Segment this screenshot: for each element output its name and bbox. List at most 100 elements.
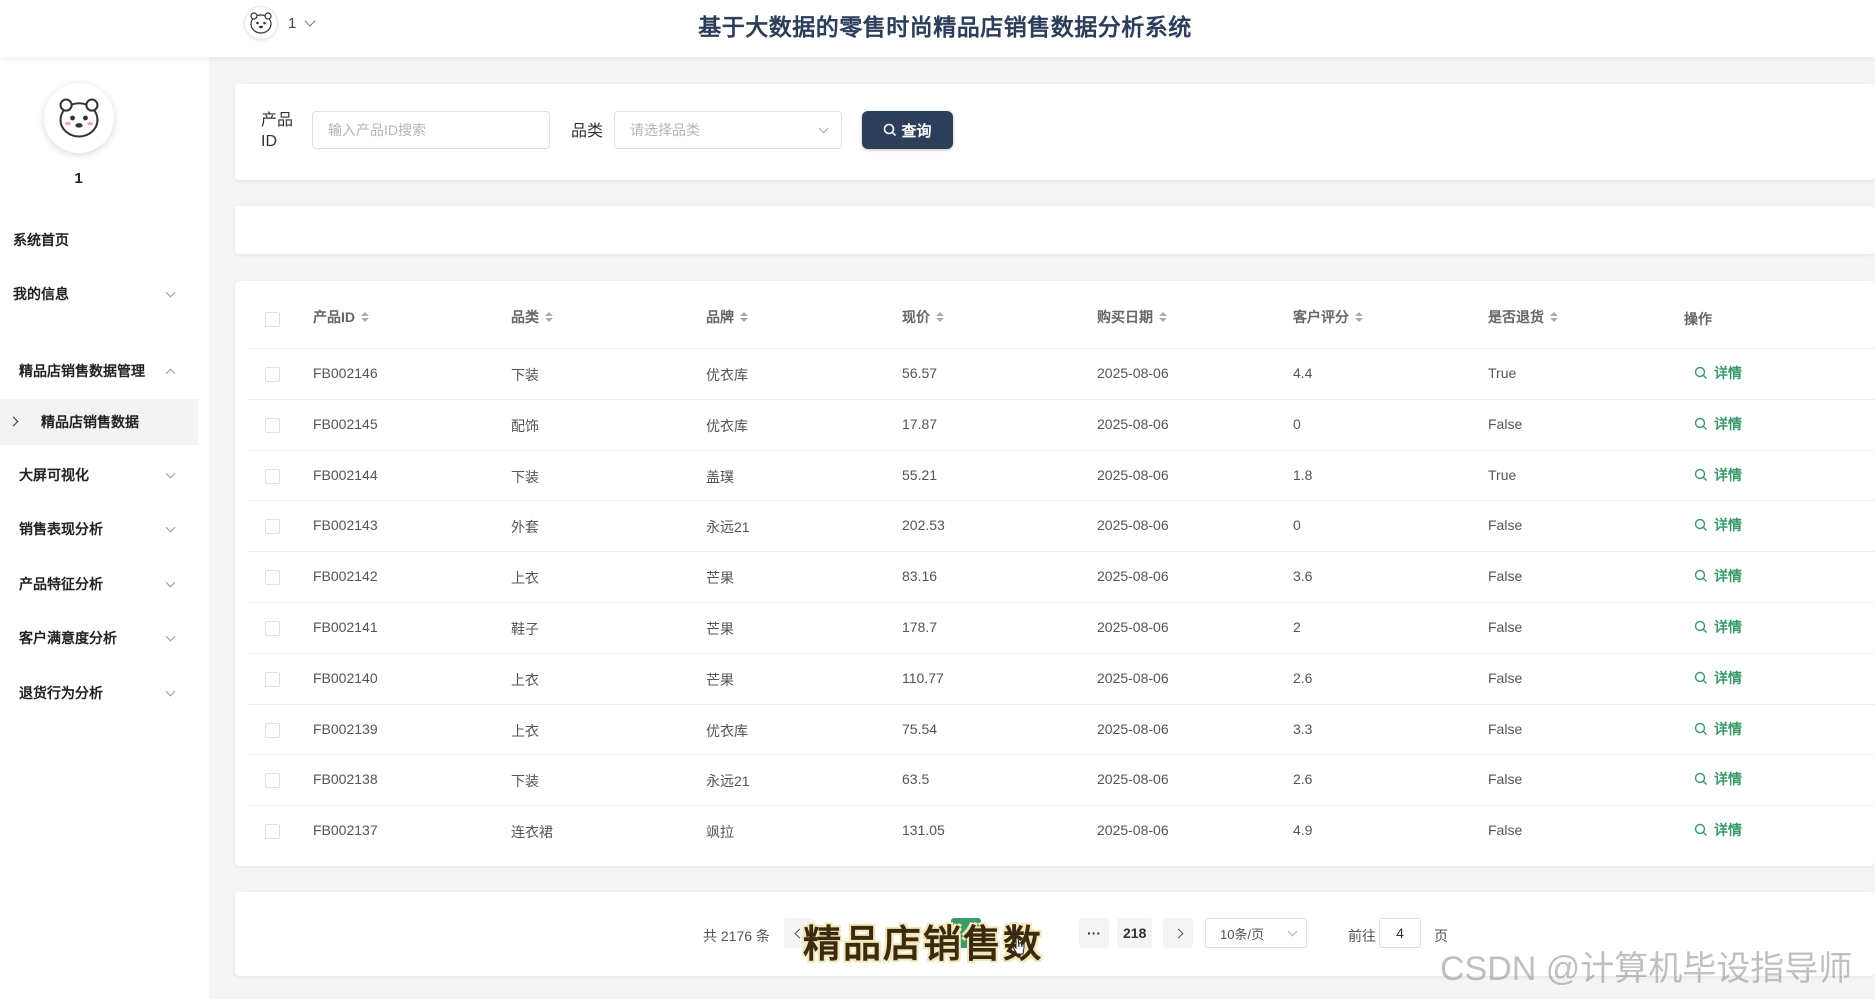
goto-label: 前往 xyxy=(1348,928,1376,944)
table-cell: 2.6 xyxy=(1293,669,1313,686)
row-checkbox[interactable] xyxy=(265,519,280,535)
product-id-input[interactable]: 输入产品ID搜索 xyxy=(312,111,550,149)
sidebar-item-return-behavior[interactable]: 退货行为分析 xyxy=(0,670,198,716)
sidebar-avatar[interactable] xyxy=(44,83,114,153)
table-cell: 永远21 xyxy=(706,519,750,536)
table-cell: 下装 xyxy=(511,773,539,790)
detail-button[interactable]: 详情 xyxy=(1694,414,1742,434)
sidebar-item-big-screen[interactable]: 大屏可视化 xyxy=(0,452,198,498)
row-checkbox[interactable] xyxy=(265,671,280,687)
next-page-button[interactable] xyxy=(1163,918,1193,948)
sort-icon[interactable] xyxy=(1550,312,1558,322)
more-pages-button[interactable]: ··· xyxy=(1079,918,1109,948)
detail-button[interactable]: 详情 xyxy=(1694,820,1742,840)
table-cell: FB002137 xyxy=(313,822,378,839)
table-cell: FB002138 xyxy=(313,771,378,788)
row-divider xyxy=(247,551,1875,553)
sidebar-item-label: 精品店销售数据管理 xyxy=(19,363,145,379)
sidebar-item-product-features[interactable]: 产品特征分析 xyxy=(0,561,198,607)
row-divider xyxy=(247,703,1875,705)
top-header: 1 基于大数据的零售时尚精品店销售数据分析系统 xyxy=(0,0,1875,57)
table-cell: 下装 xyxy=(511,468,539,485)
sidebar-item-label: 我的信息 xyxy=(13,286,69,302)
sidebar-item-label: 精品店销售数据 xyxy=(41,414,139,430)
row-checkbox[interactable] xyxy=(265,367,280,382)
detail-button[interactable]: 详情 xyxy=(1694,617,1742,637)
detail-button-label: 详情 xyxy=(1714,720,1742,737)
table-cell: 3.3 xyxy=(1293,720,1313,737)
table-cell: 芒果 xyxy=(706,570,734,587)
table-cell: False xyxy=(1488,568,1523,585)
table-cell: 2025-08-06 xyxy=(1097,517,1169,534)
search-icon xyxy=(1694,519,1707,532)
sidebar-item-sales-data-management[interactable]: 精品店销售数据管理 xyxy=(0,348,198,394)
row-checkbox[interactable] xyxy=(265,468,280,484)
sort-icon[interactable] xyxy=(936,312,944,322)
column-header-brand[interactable]: 品牌 xyxy=(706,307,748,327)
row-divider xyxy=(247,652,1875,654)
chevron-down-icon xyxy=(165,686,176,697)
table-cell: 2025-08-06 xyxy=(1097,415,1169,432)
sidebar: 1 系统首页 我的信息 精品店销售数据管理 精品店销售数据 大屏可视化 销售表现… xyxy=(0,57,209,999)
row-divider xyxy=(247,348,1875,349)
table-cell: False xyxy=(1488,669,1523,686)
column-header-returned[interactable]: 是否退货 xyxy=(1488,307,1558,327)
sidebar-item-customer-satisfaction[interactable]: 客户满意度分析 xyxy=(0,615,198,661)
table-cell: 202.53 xyxy=(902,517,945,534)
detail-button[interactable]: 详情 xyxy=(1694,566,1742,586)
table-cell: 优衣库 xyxy=(706,367,748,383)
detail-button[interactable]: 详情 xyxy=(1694,668,1742,688)
sidebar-item-label: 产品特征分析 xyxy=(19,576,103,592)
row-checkbox[interactable] xyxy=(265,722,280,738)
chevron-down-icon xyxy=(165,631,176,642)
table-cell: 盖璞 xyxy=(706,468,734,485)
chevron-down-icon xyxy=(1287,926,1298,937)
category-select[interactable]: 请选择品类 xyxy=(614,111,842,149)
select-all-checkbox[interactable] xyxy=(265,312,280,327)
sidebar-item-home[interactable]: 系统首页 xyxy=(0,217,198,263)
video-caption-overlay: 精品店销售数 xyxy=(803,921,1044,966)
search-icon xyxy=(1694,569,1707,583)
detail-button[interactable]: 详情 xyxy=(1694,363,1742,383)
sort-icon[interactable] xyxy=(545,312,553,322)
goto-page-input[interactable]: 4 xyxy=(1379,918,1421,948)
column-header-product-id[interactable]: 产品ID xyxy=(313,307,369,327)
row-divider xyxy=(247,805,1875,807)
search-icon xyxy=(1694,671,1707,684)
page-size-select[interactable]: 10条/页 xyxy=(1205,918,1307,948)
sidebar-item-my-info[interactable]: 我的信息 xyxy=(0,271,198,317)
sidebar-item-sales-data[interactable]: 精品店销售数据 xyxy=(0,399,198,445)
row-divider xyxy=(247,754,1875,756)
sidebar-item-sales-performance[interactable]: 销售表现分析 xyxy=(0,506,198,552)
detail-button[interactable]: 详情 xyxy=(1694,515,1742,535)
row-checkbox[interactable] xyxy=(265,773,280,789)
sort-icon[interactable] xyxy=(740,312,748,322)
row-checkbox[interactable] xyxy=(265,417,280,433)
sort-icon[interactable] xyxy=(1355,312,1363,322)
table-cell: FB002145 xyxy=(313,415,378,432)
table-cell: 83.16 xyxy=(902,568,938,585)
table-cell: 178.7 xyxy=(902,619,938,635)
detail-button[interactable]: 详情 xyxy=(1694,719,1742,739)
row-checkbox[interactable] xyxy=(265,570,280,586)
query-button[interactable]: 查询 xyxy=(862,111,953,149)
column-header-rating[interactable]: 客户评分 xyxy=(1293,307,1363,327)
page-size-value: 10条/页 xyxy=(1220,926,1265,942)
detail-button[interactable]: 详情 xyxy=(1694,465,1742,485)
row-checkbox[interactable] xyxy=(265,824,280,840)
table-cell: FB002140 xyxy=(313,669,378,686)
last-page-button[interactable]: 218 xyxy=(1117,918,1153,948)
sort-icon[interactable] xyxy=(361,312,369,322)
search-icon xyxy=(1694,417,1707,430)
row-checkbox[interactable] xyxy=(265,621,280,636)
column-header-purchase-date[interactable]: 购买日期 xyxy=(1097,307,1167,327)
column-header-price[interactable]: 现价 xyxy=(902,307,944,327)
table-cell: FB002142 xyxy=(313,568,378,585)
pagination-total: 共 2176 条 xyxy=(703,928,770,944)
column-header-category[interactable]: 品类 xyxy=(511,307,553,327)
table-cell: 63.5 xyxy=(902,771,930,788)
detail-button[interactable]: 详情 xyxy=(1694,769,1742,789)
table-cell: 永远21 xyxy=(706,773,750,790)
detail-button-label: 详情 xyxy=(1714,822,1742,839)
sort-icon[interactable] xyxy=(1159,312,1167,322)
